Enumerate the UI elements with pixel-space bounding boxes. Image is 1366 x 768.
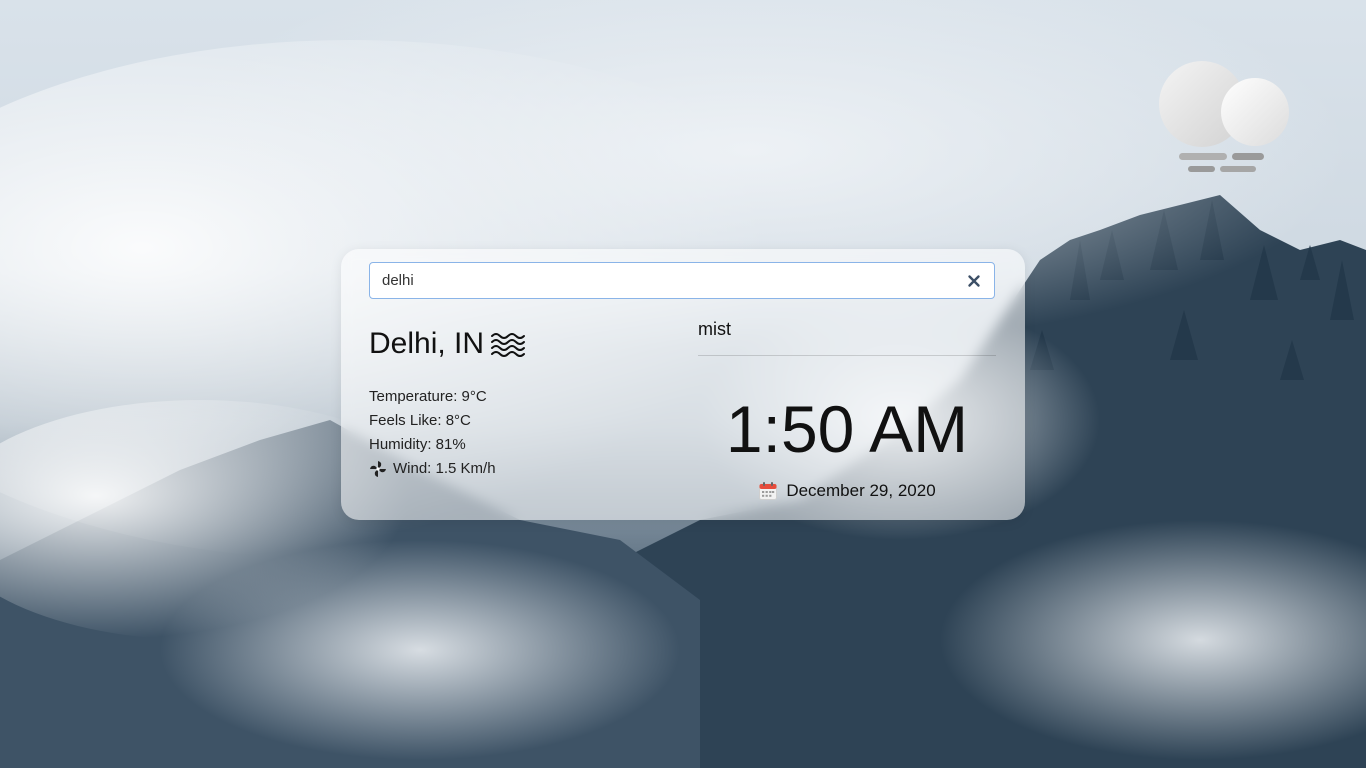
weather-description: mist [698, 319, 731, 339]
fan-icon [369, 460, 387, 478]
weather-stats: Temperature: 9°C Feels Like: 8°C Humidit… [369, 385, 496, 481]
city-heading: Delhi, IN [369, 327, 526, 361]
temperature-row: Temperature: 9°C [369, 385, 496, 409]
search-box [369, 262, 995, 299]
clock-date-row: December 29, 2020 [698, 481, 996, 501]
cloud-fog-icon [1150, 58, 1295, 183]
wind-row: Wind: 1.5 Km/h [369, 457, 496, 481]
humidity-label: Humidity: 81% [369, 436, 466, 453]
weather-card: Delhi, IN Temperature: 9°C Feels Like: 8… [341, 249, 1025, 520]
feels-like-row: Feels Like: 8°C [369, 409, 496, 433]
temperature-label: Temperature: 9°C [369, 388, 487, 405]
date-label: December 29, 2020 [786, 481, 936, 500]
haze-icon [490, 330, 526, 358]
city-name: Delhi, IN [369, 327, 485, 360]
search-input[interactable] [370, 263, 950, 298]
close-icon[interactable] [964, 271, 984, 291]
wind-label: Wind: 1.5 Km/h [393, 460, 496, 477]
feels-like-label: Feels Like: 8°C [369, 412, 471, 429]
divider [698, 355, 996, 356]
clock-time: 1:50 AM [725, 392, 969, 466]
humidity-row: Humidity: 81% [369, 433, 496, 457]
calendar-icon [758, 481, 778, 501]
